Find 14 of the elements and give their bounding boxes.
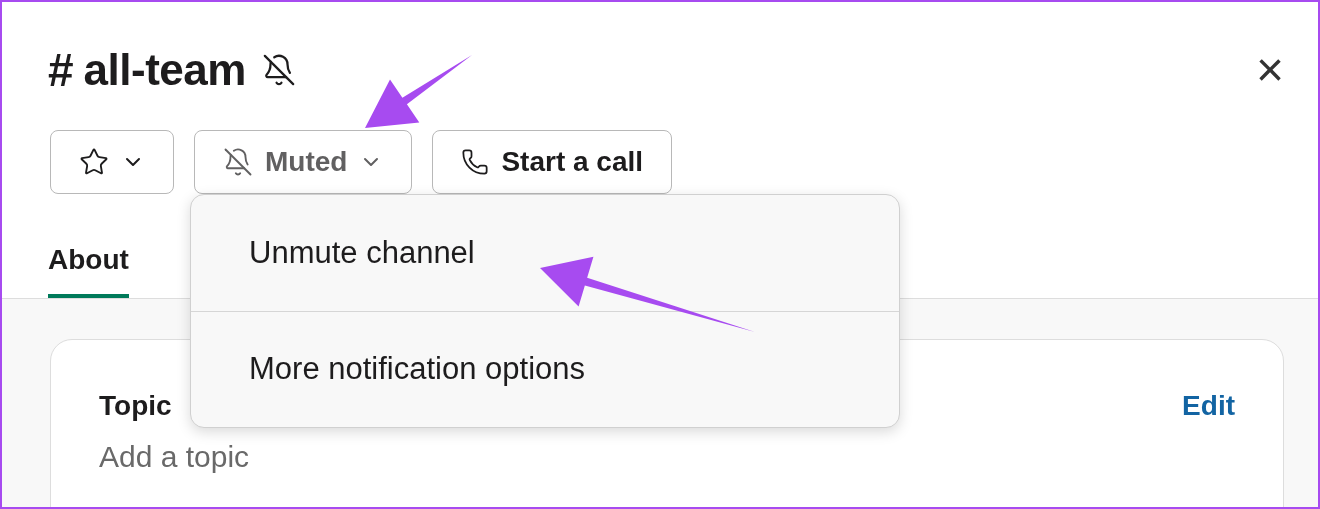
channel-hash: # [48, 43, 74, 97]
star-icon [79, 147, 109, 177]
close-button[interactable]: × [1250, 50, 1290, 90]
phone-icon [461, 148, 490, 176]
muted-button[interactable]: Muted [194, 130, 413, 194]
menu-item[interactable]: More notification options [191, 311, 899, 427]
bell-off-icon [223, 147, 253, 177]
call-button[interactable]: Start a call [432, 130, 673, 194]
tab[interactable]: About [48, 244, 129, 298]
edit-link[interactable]: Edit [1182, 390, 1235, 422]
channel-title: all-team [83, 45, 246, 95]
add-topic-link[interactable]: Add a topic [99, 440, 250, 474]
card-title: Topic [99, 390, 172, 422]
star-button[interactable] [50, 130, 174, 194]
